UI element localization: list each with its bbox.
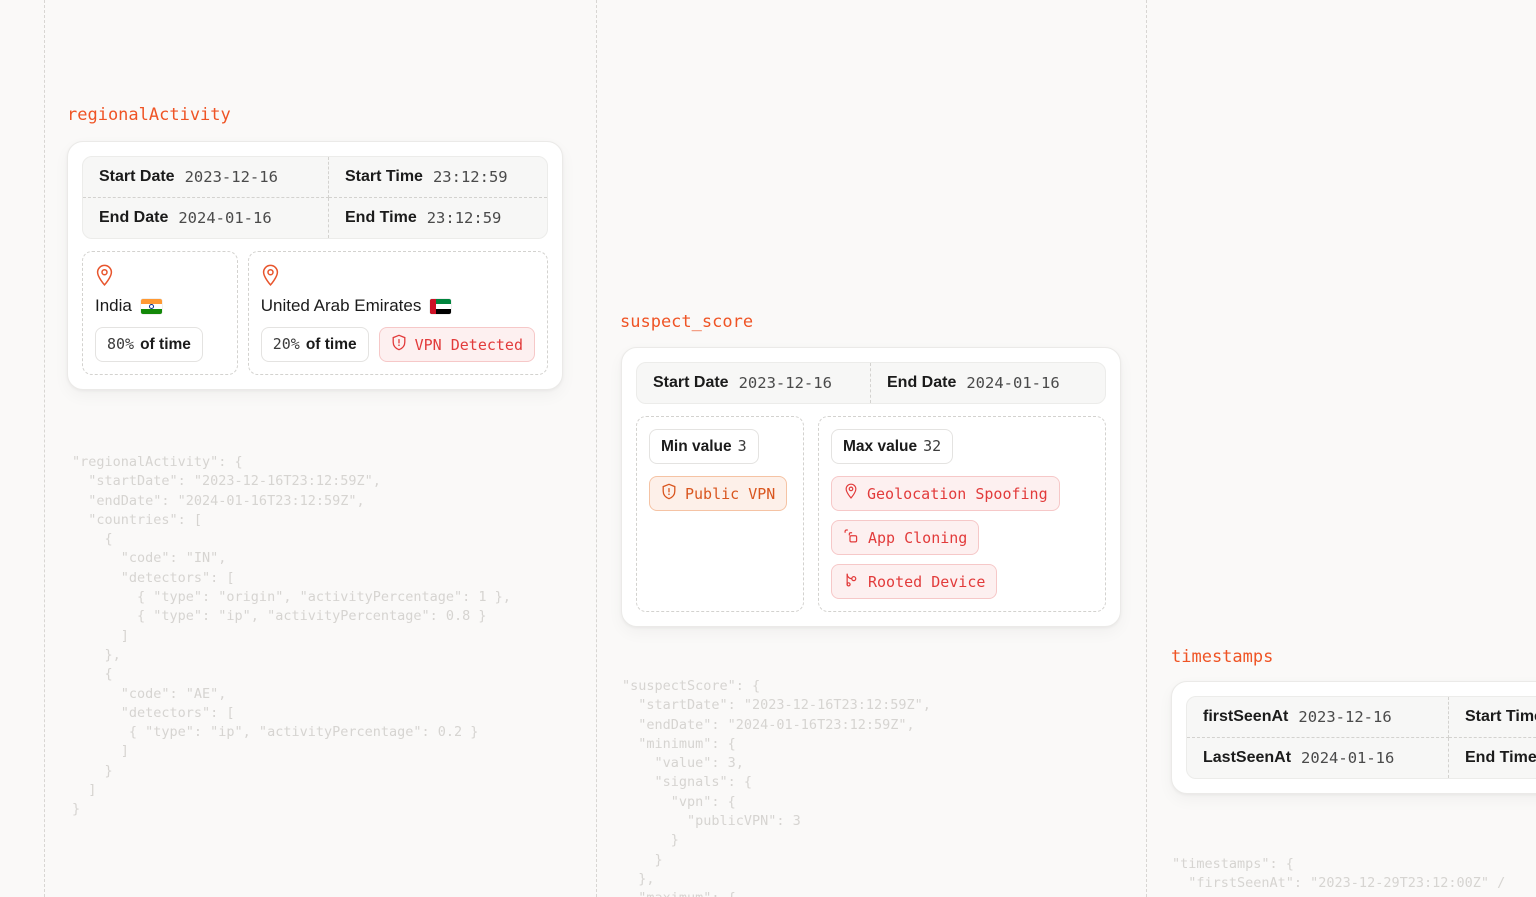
- badge-vpn-detected[interactable]: VPN Detected: [379, 327, 535, 362]
- regional-activity-json-source: "regionalActivity": { "startDate": "2023…: [72, 453, 511, 820]
- badge-rooted-device[interactable]: Rooted Device: [831, 564, 997, 599]
- field-label: Start Date: [653, 374, 729, 392]
- flag-icon-ae: [430, 299, 451, 314]
- chip-number: 32: [923, 437, 941, 455]
- badge-label: Rooted Device: [868, 573, 985, 591]
- field-label: Start Time: [1465, 708, 1536, 726]
- badge-label: App Cloning: [868, 529, 967, 547]
- field-label: Start Time: [345, 168, 423, 186]
- guide-rail-mid: [596, 0, 597, 897]
- activity-percent-chip-india: 80% of time: [95, 327, 203, 362]
- section-title-timestamps: timestamps: [1171, 647, 1273, 667]
- badge-public-vpn[interactable]: Public VPN: [649, 476, 787, 511]
- chip-number: 3: [738, 437, 747, 455]
- suspect-score-card: Start Date 2023-12-16 End Date 2024-01-1…: [621, 347, 1121, 627]
- regional-activity-date-strip: Start Date 2023-12-16 Start Time 23:12:5…: [82, 156, 548, 239]
- section-title-suspect-score: suspect_score: [620, 312, 753, 332]
- field-label: End Date: [887, 374, 956, 392]
- field-end-date: End Date 2024-01-16: [83, 198, 329, 238]
- field-value: 2024-01-16: [178, 209, 271, 227]
- map-pin-icon: [261, 264, 535, 287]
- chip-label: of time: [140, 336, 191, 354]
- chip-number: 80%: [107, 335, 134, 353]
- map-pin-icon: [843, 483, 859, 504]
- field-value: 23:12:59: [427, 209, 502, 227]
- badge-geolocation-spoofing[interactable]: Geolocation Spoofing: [831, 476, 1060, 511]
- suspect-score-date-strip: Start Date 2023-12-16 End Date 2024-01-1…: [636, 362, 1106, 404]
- shield-alert-icon: [661, 483, 677, 504]
- field-value: 2023-12-16: [1298, 708, 1391, 726]
- field-value: 23:12:59: [433, 168, 508, 186]
- field-label: Start Date: [99, 168, 175, 186]
- chip-label: Max value: [843, 438, 917, 456]
- suspect-min-panel: Min value 3 Public VPN: [636, 416, 804, 612]
- timestamps-json-source: "timestamps": { "firstSeenAt": "2023-12-…: [1172, 855, 1505, 894]
- activity-percent-chip-uae: 20% of time: [261, 327, 369, 362]
- max-value-chip: Max value 32: [831, 429, 953, 464]
- country-panel-uae: United Arab Emirates 20% of time: [248, 251, 548, 375]
- badge-label: VPN Detected: [415, 336, 523, 354]
- badge-label: Geolocation Spoofing: [867, 485, 1048, 503]
- guide-rail-right: [1146, 0, 1147, 897]
- rooted-device-icon: [843, 571, 860, 592]
- field-label: LastSeenAt: [1203, 749, 1291, 767]
- field-start-date: Start Date 2023-12-16: [83, 157, 329, 198]
- suspect-score-json-source: "suspectScore": { "startDate": "2023-12-…: [622, 677, 931, 897]
- country-name: India: [95, 296, 132, 316]
- field-end-date: End Date 2024-01-16: [871, 363, 1105, 403]
- field-start-date: Start Date 2023-12-16: [637, 363, 871, 403]
- field-label: End Date: [99, 209, 168, 227]
- field-label: End Time: [345, 209, 417, 227]
- guide-rail-left: [44, 0, 45, 897]
- field-value: 2024-01-16: [966, 374, 1059, 392]
- country-panel-india: India 80% of time: [82, 251, 238, 375]
- timestamps-date-strip: firstSeenAt 2023-12-16 Start Time LastSe…: [1186, 696, 1536, 779]
- field-value: 2023-12-16: [185, 168, 278, 186]
- shield-alert-icon: [391, 334, 407, 355]
- country-name-row: United Arab Emirates: [261, 296, 535, 316]
- field-start-time: Start Time: [1449, 697, 1536, 738]
- country-name-row: India: [95, 296, 225, 316]
- chip-number: 20%: [273, 335, 300, 353]
- badge-label: Public VPN: [685, 485, 775, 503]
- section-title-regional-activity: regionalActivity: [67, 105, 231, 125]
- chip-label: Min value: [661, 438, 732, 456]
- timestamps-card: firstSeenAt 2023-12-16 Start Time LastSe…: [1171, 681, 1536, 794]
- field-label: firstSeenAt: [1203, 708, 1288, 726]
- field-value: 2024-01-16: [1301, 749, 1394, 767]
- field-end-time: End Time 23:12:59: [329, 198, 547, 238]
- chip-label: of time: [306, 336, 357, 354]
- min-value-chip: Min value 3: [649, 429, 759, 464]
- field-start-time: Start Time 23:12:59: [329, 157, 547, 198]
- badge-app-cloning[interactable]: App Cloning: [831, 520, 979, 555]
- flag-icon-in: [141, 299, 162, 314]
- field-value: 2023-12-16: [739, 374, 832, 392]
- field-first-seen-at: firstSeenAt 2023-12-16: [1187, 697, 1449, 738]
- map-pin-icon: [95, 264, 225, 287]
- field-last-seen-at: LastSeenAt 2024-01-16: [1187, 738, 1449, 778]
- field-label: End Time: [1465, 749, 1536, 767]
- field-end-time: End Time: [1449, 738, 1536, 778]
- country-name: United Arab Emirates: [261, 296, 422, 316]
- regional-activity-card: Start Date 2023-12-16 Start Time 23:12:5…: [67, 141, 563, 390]
- app-clone-icon: [843, 527, 860, 548]
- canvas: regionalActivity Start Date 2023-12-16 S…: [0, 0, 1536, 897]
- suspect-max-panel: Max value 32 Geolocation Spoofing: [818, 416, 1106, 612]
